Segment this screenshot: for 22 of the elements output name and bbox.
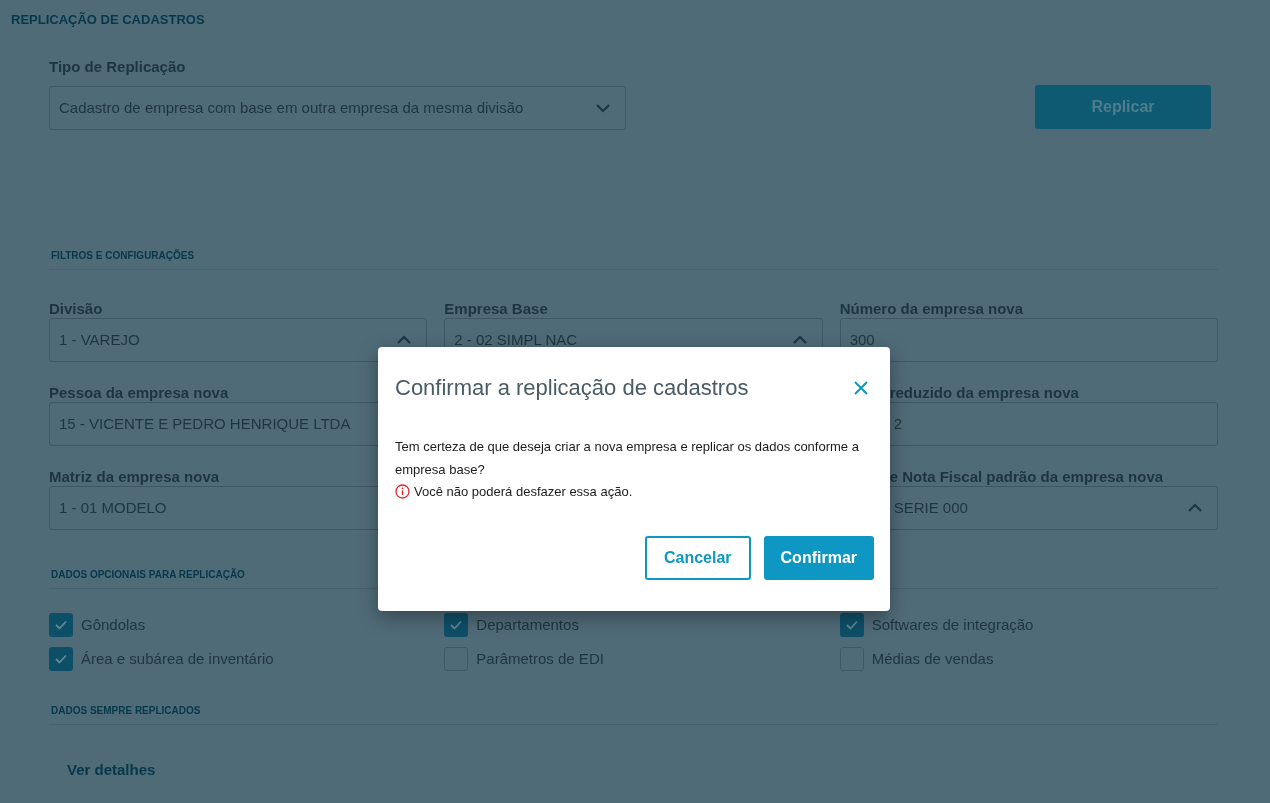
checkbox[interactable] [444,613,469,637]
chevron-up-icon [396,335,413,345]
checkbox[interactable] [49,647,73,671]
section-title: DADOS OPCIONAIS PARA REPLICAÇÃO [50,567,245,582]
close-button[interactable] [854,379,870,396]
warning-icon [395,484,410,500]
details-link[interactable]: Ver detalhes [67,759,156,782]
section-title: DADOS SEMPRE REPLICADOS [50,704,201,718]
check-icon [55,654,67,664]
checkbox[interactable] [839,613,864,637]
cancel-button[interactable]: Cancelar [644,535,751,580]
dialog-title: Confirmar a replicação de cadastros [395,374,749,402]
check-icon [845,620,858,630]
check-icon [55,620,67,630]
checkbox[interactable] [49,613,73,637]
page-title: REPLICAÇÃO DE CADASTROS [11,11,205,28]
chevron-up-icon [1187,503,1203,513]
chevron-up-icon [791,335,808,345]
check-icon [450,620,463,630]
section-title: FILTROS E CONFIGURAÇÕES [50,248,195,263]
confirm-button[interactable]: Confirmar [763,535,874,580]
chevron-down-icon [595,103,611,113]
